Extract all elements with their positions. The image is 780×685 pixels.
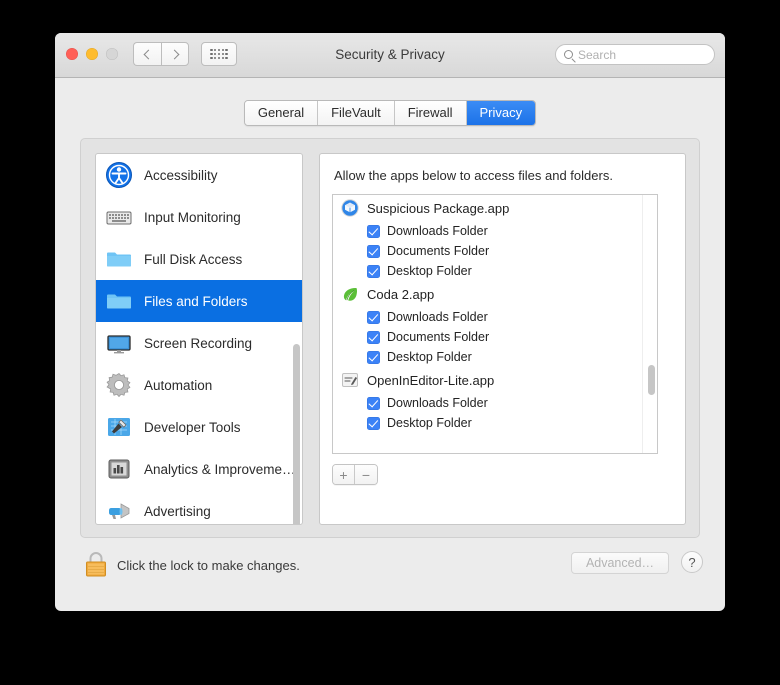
advanced-button[interactable]: Advanced… [571,552,669,574]
permission-row[interactable]: Desktop Folder [333,347,657,367]
permission-checkbox[interactable] [367,310,380,324]
sidebar-item-developer-tools[interactable]: Developer Tools [96,406,302,448]
permission-checkbox[interactable] [367,416,380,430]
permissions-panel: Allow the apps below to access files and… [319,153,686,525]
add-remove-buttons: + − [332,464,378,485]
permission-checkbox[interactable] [367,264,380,278]
sidebar-item-label: Developer Tools [144,419,241,435]
permission-row[interactable]: Downloads Folder [333,221,657,241]
accessibility-icon [105,161,133,189]
suspicious-package-icon [341,199,359,217]
tab-bar: General FileVault Firewall Privacy [55,100,725,126]
sidebar-item-files-and-folders[interactable]: Files and Folders [96,280,302,322]
permission-label: Desktop Folder [387,350,472,364]
sidebar-item-accessibility[interactable]: Accessibility [96,154,302,196]
sidebar-item-advertising[interactable]: Advertising [96,490,302,524]
privacy-content-area: Accessibility Input Monitoring Full Disk… [80,138,700,538]
sidebar-item-automation[interactable]: Automation [96,364,302,406]
tab-general[interactable]: General [244,101,319,125]
app-name: OpenInEditor-Lite.app [367,372,495,388]
sidebar-item-screen-recording[interactable]: Screen Recording [96,322,302,364]
app-name: Coda 2.app [367,286,435,302]
permissions-description: Allow the apps below to access files and… [334,168,613,183]
app-permissions-list[interactable]: Suspicious Package.app Downloads Folder … [332,194,658,454]
sidebar-item-input-monitoring[interactable]: Input Monitoring [96,196,302,238]
app-list-scrollbar[interactable] [648,365,655,395]
permission-label: Desktop Folder [387,264,472,278]
footer-bar: Click the lock to make changes. Advanced… [55,541,725,611]
app-name: Suspicious Package.app [367,200,510,216]
remove-app-button[interactable]: − [355,465,377,484]
permission-label: Downloads Folder [387,396,488,410]
permission-label: Documents Folder [387,330,490,344]
system-preferences-window: Security & Privacy General FileVault Fir… [55,33,725,611]
add-app-button[interactable]: + [333,465,355,484]
help-button[interactable]: ? [681,551,703,573]
sidebar-scrollbar[interactable] [293,344,300,524]
permission-row[interactable]: Documents Folder [333,241,657,261]
sidebar-item-label: Screen Recording [144,335,253,351]
hammer-blueprint-icon [105,413,133,441]
permission-checkbox[interactable] [367,330,380,344]
sidebar-item-label: Analytics & Improveme… [144,461,296,477]
list-divider [642,195,643,453]
coda-leaf-icon [341,285,359,303]
list-item[interactable]: Coda 2.app [333,281,657,307]
list-item[interactable]: Suspicious Package.app [333,195,657,221]
editor-document-icon [341,371,359,389]
display-icon [105,329,133,357]
sidebar-item-label: Advertising [144,503,211,519]
search-input[interactable] [578,47,706,62]
gear-icon [105,371,133,399]
permission-checkbox[interactable] [367,350,380,364]
keyboard-icon [105,203,133,231]
permission-label: Documents Folder [387,244,490,258]
list-item[interactable]: OpenInEditor-Lite.app [333,367,657,393]
sidebar-item-label: Accessibility [144,167,218,183]
lock-message: Click the lock to make changes. [117,558,300,573]
search-icon [564,50,573,59]
sidebar-item-label: Files and Folders [144,293,248,309]
bar-chart-icon [105,455,133,483]
tab-privacy[interactable]: Privacy [466,101,536,125]
megaphone-icon [105,497,133,524]
search-box[interactable] [555,44,715,65]
lock-closed-icon[interactable] [83,549,109,579]
permission-label: Desktop Folder [387,416,472,430]
tab-filevault[interactable]: FileVault [318,101,395,125]
sidebar-item-label: Input Monitoring [144,209,241,225]
sidebar-item-label: Automation [144,377,213,393]
folder-icon [105,287,133,315]
permission-row[interactable]: Desktop Folder [333,413,657,433]
permission-row[interactable]: Downloads Folder [333,393,657,413]
tab-firewall[interactable]: Firewall [394,101,467,125]
permission-checkbox[interactable] [367,396,380,410]
permission-row[interactable]: Documents Folder [333,327,657,347]
permission-label: Downloads Folder [387,310,488,324]
folder-icon [105,245,133,273]
permission-checkbox[interactable] [367,224,380,238]
sidebar-item-label: Full Disk Access [144,251,243,267]
permission-checkbox[interactable] [367,244,380,258]
sidebar-item-analytics[interactable]: Analytics & Improveme… [96,448,302,490]
permission-label: Downloads Folder [387,224,488,238]
permission-row[interactable]: Desktop Folder [333,261,657,281]
permission-row[interactable]: Downloads Folder [333,307,657,327]
sidebar-item-full-disk-access[interactable]: Full Disk Access [96,238,302,280]
title-bar: Security & Privacy [55,33,725,78]
privacy-category-list[interactable]: Accessibility Input Monitoring Full Disk… [95,153,303,525]
